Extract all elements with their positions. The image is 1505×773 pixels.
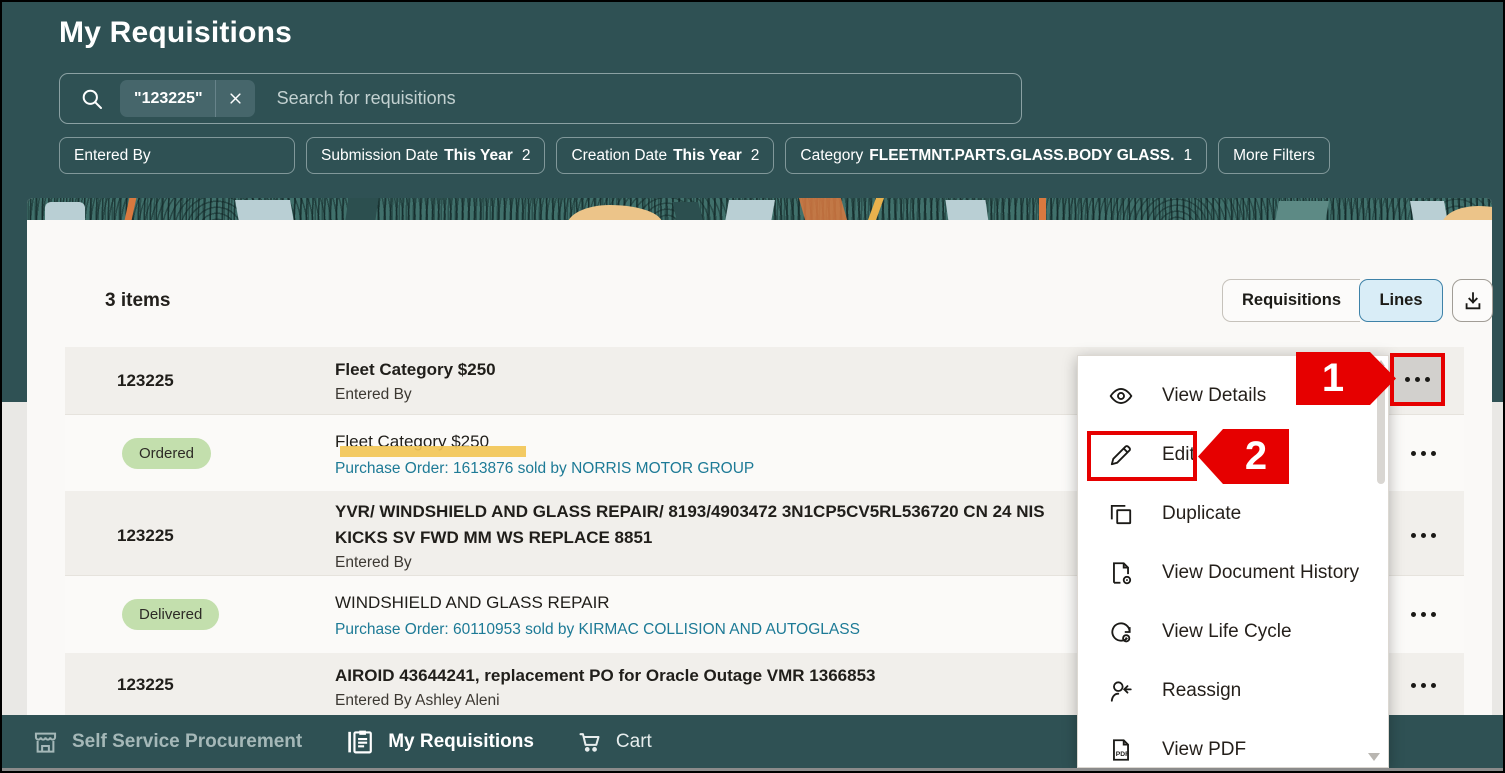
nav-label: My Requisitions <box>388 730 534 752</box>
requisitions-view-button[interactable]: Requisitions <box>1222 279 1360 322</box>
pdf-icon: PDF <box>1113 738 1129 761</box>
more-filters-button[interactable]: More Filters <box>1218 137 1330 174</box>
clipboard-icon <box>348 730 373 754</box>
filter-value: FLEETMNT.PARTS.GLASS.BODY GLASS. <box>869 146 1175 164</box>
filter-label: Creation Date <box>571 146 668 164</box>
ellipsis-icon <box>1405 377 1430 382</box>
page-title: My Requisitions <box>59 16 293 49</box>
callout-number: 2 <box>1223 429 1289 484</box>
nav-my-requisitions[interactable]: My Requisitions <box>346 727 534 756</box>
filter-value: This Year <box>444 146 513 164</box>
row-actions-menu: View Details Edit Duplicate View Documen… <box>1077 355 1389 768</box>
filter-count: 2 <box>750 146 760 164</box>
filter-category[interactable]: Category FLEETMNT.PARTS.GLASS.BODY GLASS… <box>785 137 1208 174</box>
decorative-banner <box>27 198 1492 220</box>
search-icon <box>82 89 102 109</box>
search-box[interactable]: "123225" <box>59 73 1022 124</box>
view-toggle: Requisitions Lines <box>1222 279 1443 322</box>
app-window: My Requisitions "123225" Entered By Subm… <box>0 0 1505 773</box>
duplicate-icon <box>1110 504 1132 524</box>
filter-value: This Year <box>673 146 742 164</box>
eye-icon <box>1109 387 1133 404</box>
callout-step-1: 1 <box>1296 352 1396 405</box>
menu-item-duplicate[interactable]: Duplicate <box>1078 484 1388 543</box>
yellow-highlight <box>340 446 526 457</box>
callout-arrow-right <box>1370 352 1396 405</box>
row-actions-button[interactable] <box>1411 450 1436 456</box>
menu-item-view-life-cycle[interactable]: View Life Cycle <box>1078 602 1388 661</box>
download-button[interactable] <box>1452 279 1493 322</box>
lines-view-button[interactable]: Lines <box>1359 279 1443 322</box>
svg-text:PDF: PDF <box>1116 750 1129 757</box>
row-actions-button[interactable] <box>1411 612 1436 617</box>
status-badge: Ordered <box>122 437 212 469</box>
requisition-title: YVR/ WINDSHIELD AND GLASS REPAIR/ 8193/4… <box>335 502 1045 547</box>
filter-submission-date[interactable]: Submission Date This Year 2 <box>306 137 546 174</box>
edit-menu-item-highlight <box>1087 431 1197 481</box>
row-actions-button[interactable] <box>1411 533 1436 538</box>
filter-count: 2 <box>521 146 531 164</box>
window-bottom-edge <box>2 768 1503 771</box>
filter-creation-date[interactable]: Creation Date This Year 2 <box>556 137 775 174</box>
filter-label: Category <box>800 146 864 164</box>
callout-step-2: 2 <box>1198 429 1289 484</box>
search-term-chip[interactable]: "123225" <box>120 80 255 117</box>
filter-count: 1 <box>1183 146 1193 164</box>
clear-search-icon[interactable] <box>214 80 255 117</box>
filter-bar: Entered By Submission Date This Year 2 C… <box>59 137 1330 174</box>
requisition-number: 123225 <box>117 525 174 545</box>
callout-number: 1 <box>1296 352 1370 405</box>
menu-item-view-pdf[interactable]: PDF View PDF <box>1078 720 1388 771</box>
line-title: WINDSHIELD AND GLASS REPAIR <box>335 593 610 612</box>
nav-label: Cart <box>615 730 652 752</box>
status-badge: Delivered <box>122 599 220 630</box>
requisition-title: Fleet Category $250 <box>335 360 496 379</box>
row-actions-button-highlighted[interactable] <box>1390 353 1445 406</box>
nav-cart[interactable]: Cart <box>576 728 652 755</box>
filter-label: Entered By <box>74 146 151 164</box>
nav-label: Self Service Procurement <box>72 730 303 752</box>
menu-scroll-down-icon[interactable] <box>1368 753 1380 761</box>
menu-item-label: View Life Cycle <box>1162 620 1292 642</box>
menu-item-label: Reassign <box>1162 679 1242 701</box>
search-input[interactable] <box>276 88 1021 109</box>
reassign-icon <box>1110 680 1132 702</box>
menu-item-view-document-history[interactable]: View Document History <box>1078 543 1388 602</box>
callout-arrow-left <box>1198 429 1223 484</box>
download-icon <box>1465 291 1480 309</box>
menu-item-label: View PDF <box>1162 738 1247 760</box>
items-count: 3 items <box>105 290 171 311</box>
document-history-icon <box>1113 561 1132 584</box>
filter-label: More Filters <box>1233 146 1315 164</box>
requisition-title: AIROID 43644241, replacement PO for Orac… <box>335 666 876 685</box>
menu-item-label: Duplicate <box>1162 502 1242 524</box>
search-term-label: "123225" <box>134 89 203 107</box>
filter-label: Submission Date <box>321 146 439 164</box>
menu-item-reassign[interactable]: Reassign <box>1078 661 1388 720</box>
filter-entered-by[interactable]: Entered By <box>59 137 295 174</box>
cart-icon <box>579 733 600 752</box>
life-cycle-icon <box>1111 621 1131 642</box>
requisition-number: 123225 <box>117 370 174 390</box>
menu-item-label: View Document History <box>1162 561 1360 583</box>
store-icon <box>34 732 57 753</box>
row-actions-button[interactable] <box>1411 683 1436 688</box>
menu-item-label: View Details <box>1162 384 1267 406</box>
nav-self-service-procurement[interactable]: Self Service Procurement <box>32 728 302 755</box>
